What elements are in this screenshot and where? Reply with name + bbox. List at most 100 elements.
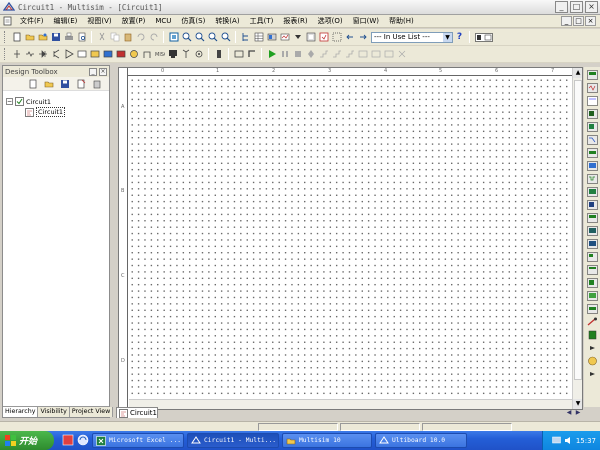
copy-icon[interactable]: [109, 32, 120, 43]
open-samples-icon[interactable]: [37, 32, 48, 43]
spreadsheet-icon[interactable]: [253, 32, 264, 43]
step-over-icon[interactable]: [344, 49, 355, 60]
in-use-list-dropdown[interactable]: --- In Use List --- ▼: [371, 31, 453, 43]
mixed-icon[interactable]: [115, 49, 126, 60]
frequency-counter-icon[interactable]: [586, 148, 598, 158]
start-button[interactable]: 开始: [0, 431, 54, 450]
close-design-icon[interactable]: [75, 78, 86, 89]
print-preview-icon[interactable]: [76, 32, 87, 43]
tab-circuit1[interactable]: Circuit1: [116, 407, 158, 418]
open-icon[interactable]: [24, 32, 35, 43]
misc-icon[interactable]: MISC: [154, 49, 165, 60]
voltage-probe-icon[interactable]: [587, 356, 598, 366]
menu-edit[interactable]: 编辑(E): [49, 16, 83, 26]
mcu-icon[interactable]: [213, 49, 224, 60]
tree-child-item[interactable]: Circuit1: [25, 107, 66, 117]
menu-help[interactable]: 帮助(H): [384, 16, 419, 26]
step-into-icon[interactable]: [331, 49, 342, 60]
expand-more-icon[interactable]: [587, 369, 598, 379]
chevron-down-icon[interactable]: ▼: [443, 32, 452, 42]
graph-icon[interactable]: [279, 32, 290, 43]
new-icon[interactable]: [11, 32, 22, 43]
network-analyzer-icon[interactable]: [586, 239, 598, 249]
print-icon[interactable]: [63, 32, 74, 43]
tab-visibility[interactable]: Visibility: [38, 407, 70, 417]
save-design-icon[interactable]: [59, 78, 70, 89]
bus-icon[interactable]: [246, 49, 257, 60]
toolbar-grip[interactable]: [4, 48, 7, 60]
bode-plotter-icon[interactable]: [586, 135, 598, 145]
function-generator-icon[interactable]: [586, 83, 598, 93]
pause-icon[interactable]: [279, 49, 290, 60]
undo-icon[interactable]: [135, 32, 146, 43]
cut-icon[interactable]: [96, 32, 107, 43]
dropdown-arrow-icon[interactable]: [292, 32, 303, 43]
logic-analyzer-icon[interactable]: [586, 174, 598, 184]
analog-icon[interactable]: [63, 49, 74, 60]
schematic-workspace[interactable]: 0 1 2 3 4 5 6 7 A B C D ▲ ▼: [118, 67, 583, 410]
probe-icon[interactable]: [305, 49, 316, 60]
mdi-minimize-button[interactable]: _: [561, 16, 572, 26]
document-menu-icon[interactable]: [3, 16, 13, 26]
menu-file[interactable]: 文件(F): [15, 16, 49, 26]
breadboard-icon[interactable]: [474, 32, 494, 43]
multisim-app-icon[interactable]: [3, 1, 15, 13]
spectrum-analyzer-icon[interactable]: [586, 226, 598, 236]
four-channel-oscilloscope-icon[interactable]: [586, 122, 598, 132]
agilent-oscilloscope-icon[interactable]: [586, 278, 598, 288]
toolbox-minimize-button[interactable]: _: [89, 67, 97, 76]
browser-quicklaunch-icon[interactable]: [77, 434, 89, 446]
zoom-fit-icon[interactable]: [220, 32, 231, 43]
volume-tray-icon[interactable]: [564, 436, 573, 445]
menu-tools[interactable]: 工具(T): [245, 16, 279, 26]
expand-more-icon[interactable]: [587, 343, 598, 353]
menu-reports[interactable]: 报表(R): [278, 16, 312, 26]
delete-design-icon[interactable]: [91, 78, 102, 89]
breakpoint-icon[interactable]: [357, 49, 368, 60]
cmos-icon[interactable]: [89, 49, 100, 60]
menu-window[interactable]: 窗口(W): [348, 16, 384, 26]
distortion-analyzer-icon[interactable]: [586, 213, 598, 223]
close-button[interactable]: ×: [585, 1, 598, 13]
tab-hierarchy[interactable]: Hierarchy: [3, 407, 39, 417]
logic-converter-icon[interactable]: [586, 187, 598, 197]
misc-digital-icon[interactable]: [102, 49, 113, 60]
oscilloscope-icon[interactable]: [586, 109, 598, 119]
step-icon[interactable]: [318, 49, 329, 60]
run-icon[interactable]: [266, 49, 277, 60]
tab-scroll-right-icon[interactable]: ▶: [574, 408, 582, 417]
tree-root-item[interactable]: − Circuit1: [6, 97, 51, 106]
basic-icon[interactable]: [24, 49, 35, 60]
pdf-quicklaunch-icon[interactable]: [62, 434, 74, 446]
zoom-in-icon[interactable]: [181, 32, 192, 43]
electromechanical-icon[interactable]: [193, 49, 204, 60]
taskbar-button-multisim[interactable]: Circuit1 - Multi...: [187, 433, 279, 448]
maximize-button[interactable]: □: [570, 1, 583, 13]
word-generator-icon[interactable]: [586, 161, 598, 171]
indicator-icon[interactable]: [128, 49, 139, 60]
wattmeter-icon[interactable]: [586, 96, 598, 106]
vertical-scrollbar[interactable]: ▲ ▼: [572, 68, 582, 409]
iv-analyzer-icon[interactable]: [586, 200, 598, 210]
open-design-icon[interactable]: [43, 78, 54, 89]
capture-area-icon[interactable]: [331, 32, 342, 43]
taskbar-button-folder[interactable]: Multisim 10: [282, 433, 372, 448]
menu-options[interactable]: 选项(O): [313, 16, 348, 26]
paste-icon[interactable]: [122, 32, 133, 43]
menu-view[interactable]: 视图(V): [82, 16, 116, 26]
mdi-close-button[interactable]: ×: [585, 16, 596, 26]
remove-breakpoints-icon[interactable]: [383, 49, 394, 60]
erc-icon[interactable]: [318, 32, 329, 43]
labview-instrument-icon[interactable]: [586, 304, 598, 314]
toggle-breakpoint-icon[interactable]: [370, 49, 381, 60]
current-probe-icon[interactable]: [587, 330, 598, 340]
measurement-probe-icon[interactable]: [587, 317, 598, 327]
tab-project-view[interactable]: Project View: [69, 407, 114, 417]
menu-place[interactable]: 放置(P): [117, 16, 151, 26]
tab-scroll-left-icon[interactable]: ◀: [565, 408, 573, 417]
vertical-scroll-thumb[interactable]: [574, 80, 582, 380]
transistor-icon[interactable]: [50, 49, 61, 60]
hierarchy-icon[interactable]: [240, 32, 251, 43]
source-icon[interactable]: [11, 49, 22, 60]
new-design-icon[interactable]: [27, 78, 38, 89]
